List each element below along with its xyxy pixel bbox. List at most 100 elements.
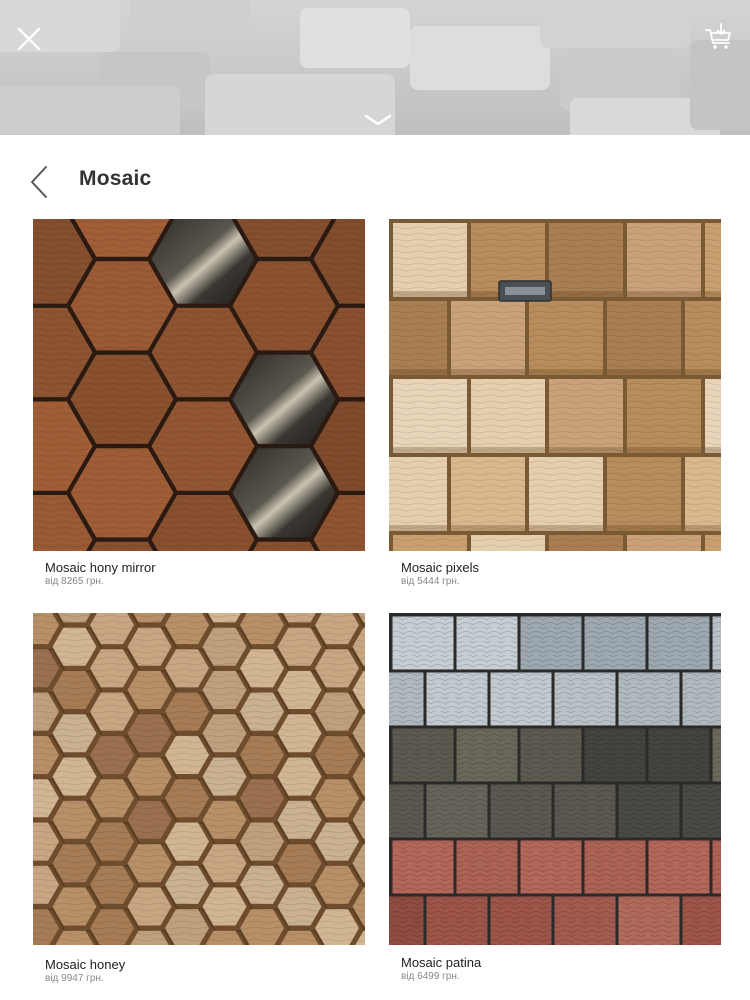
page-title: Mosaic (79, 167, 152, 190)
end-grain-overlay (520, 616, 582, 670)
block-shadow (393, 291, 467, 297)
chevron-down-icon (364, 114, 392, 126)
block-shadow (529, 369, 603, 375)
block-shadow (549, 447, 623, 453)
block-shadow (389, 369, 447, 375)
wood-grain-overlay (705, 223, 721, 297)
banner-tile (690, 40, 750, 130)
end-grain-overlay (648, 840, 710, 894)
end-grain-overlay (520, 728, 582, 782)
wood-grain-overlay (393, 223, 467, 297)
end-grain-overlay (426, 784, 488, 838)
end-grain-overlay (392, 616, 454, 670)
close-button[interactable] (14, 24, 44, 54)
end-grain-overlay (618, 672, 680, 726)
wood-grain-overlay (389, 301, 447, 375)
wood-grain-overlay (705, 535, 721, 551)
wood-grain-overlay (529, 301, 603, 375)
product-card[interactable]: Mosaic hony mirror від 8265 грн. (33, 219, 365, 589)
end-grain-overlay (648, 616, 710, 670)
wood-grain-overlay (451, 301, 525, 375)
wood-grain-overlay (389, 457, 447, 531)
wood-grain-overlay (393, 379, 467, 453)
end-grain-overlay (426, 672, 488, 726)
product-card[interactable]: Mosaic honey від 9947 грн. (33, 613, 365, 989)
end-grain-overlay (648, 728, 710, 782)
end-grain-overlay (392, 840, 454, 894)
block-shadow (685, 525, 721, 531)
end-grain-overlay (712, 840, 721, 894)
end-grain-overlay (618, 896, 680, 945)
product-price: від 6499 грн. (401, 971, 460, 982)
cart-button[interactable] (704, 23, 734, 53)
block-shadow (627, 447, 701, 453)
wood-grain-overlay (627, 535, 701, 551)
end-grain-overlay (389, 672, 424, 726)
close-icon (17, 27, 41, 51)
product-price: від 8265 грн. (45, 576, 104, 587)
wood-grain-overlay (607, 457, 681, 531)
block-shadow (705, 447, 721, 453)
end-grain-overlay (456, 616, 518, 670)
product-card[interactable]: Mosaic patina від 6499 грн. (389, 613, 721, 989)
wood-grain-overlay (549, 535, 623, 551)
block-shadow (389, 525, 447, 531)
block-shadow (451, 525, 525, 531)
product-image-hony-mirror (33, 219, 365, 551)
block-shadow (529, 525, 603, 531)
end-grain-overlay (490, 672, 552, 726)
end-grain-overlay (554, 672, 616, 726)
end-grain-overlay (712, 728, 721, 782)
banner-tile (540, 0, 690, 48)
product-image-patina (389, 613, 721, 945)
collapse-banner-button[interactable] (363, 112, 393, 128)
end-grain-overlay (520, 840, 582, 894)
wood-grain-overlay (471, 535, 545, 551)
wood-grain-overlay (705, 379, 721, 453)
product-name: Mosaic patina (401, 955, 482, 970)
wood-grain-overlay (529, 457, 603, 531)
block-shadow (607, 369, 681, 375)
end-grain-overlay (618, 784, 680, 838)
product-card[interactable]: Mosaic pixels від 5444 грн. (389, 219, 721, 589)
end-grain-overlay (426, 896, 488, 945)
block-shadow (393, 447, 467, 453)
block-shadow (451, 369, 525, 375)
end-grain-overlay (456, 840, 518, 894)
product-image-pixels (389, 219, 721, 551)
product-name: Mosaic hony mirror (45, 560, 156, 575)
wood-grain-overlay (627, 223, 701, 297)
wood-grain-overlay (549, 379, 623, 453)
banner-tile (410, 26, 550, 90)
end-grain-overlay (584, 728, 646, 782)
end-grain-overlay (554, 784, 616, 838)
product-price: від 5444 грн. (401, 576, 460, 587)
end-grain-overlay (490, 896, 552, 945)
wood-grain-overlay (685, 301, 721, 375)
product-image-honey (33, 613, 365, 945)
chevron-left-icon (31, 166, 47, 198)
block-shadow (627, 291, 701, 297)
block-shadow (549, 291, 623, 297)
end-grain-overlay (682, 672, 721, 726)
wood-grain-overlay (451, 457, 525, 531)
end-grain-overlay (456, 728, 518, 782)
end-grain-overlay (490, 784, 552, 838)
wood-grain-overlay (607, 301, 681, 375)
wood-grain-overlay (471, 379, 545, 453)
block-shadow (705, 291, 721, 297)
top-banner (0, 0, 750, 135)
back-button[interactable] (28, 165, 52, 199)
wood-grain-overlay (627, 379, 701, 453)
end-grain-overlay (682, 784, 721, 838)
block-shadow (471, 447, 545, 453)
product-name: Mosaic honey (45, 957, 126, 972)
banner-tile (130, 0, 250, 34)
end-grain-overlay (712, 616, 721, 670)
end-grain-overlay (392, 728, 454, 782)
page-header: Mosaic (0, 135, 750, 221)
end-grain-overlay (682, 896, 721, 945)
wood-grain-overlay (549, 223, 623, 297)
cart-download-icon (705, 23, 731, 49)
wood-grain-overlay (393, 535, 467, 551)
